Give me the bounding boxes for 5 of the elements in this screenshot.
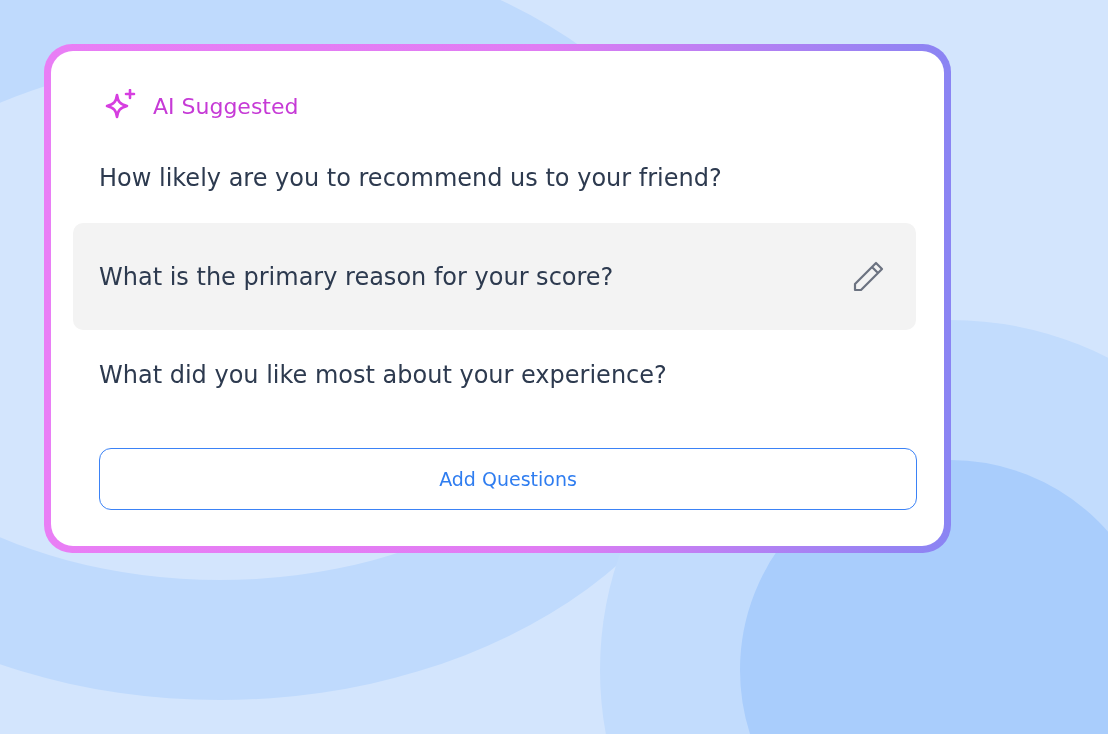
question-item[interactable]: What did you like most about your experience? (73, 340, 916, 410)
section-title: AI Suggested (153, 93, 299, 119)
question-item[interactable]: What is the primary reason for your score? (73, 223, 916, 330)
question-item[interactable]: How likely are you to recommend us to your friend? (73, 143, 916, 213)
add-questions-button[interactable]: Add Questions (99, 448, 917, 510)
